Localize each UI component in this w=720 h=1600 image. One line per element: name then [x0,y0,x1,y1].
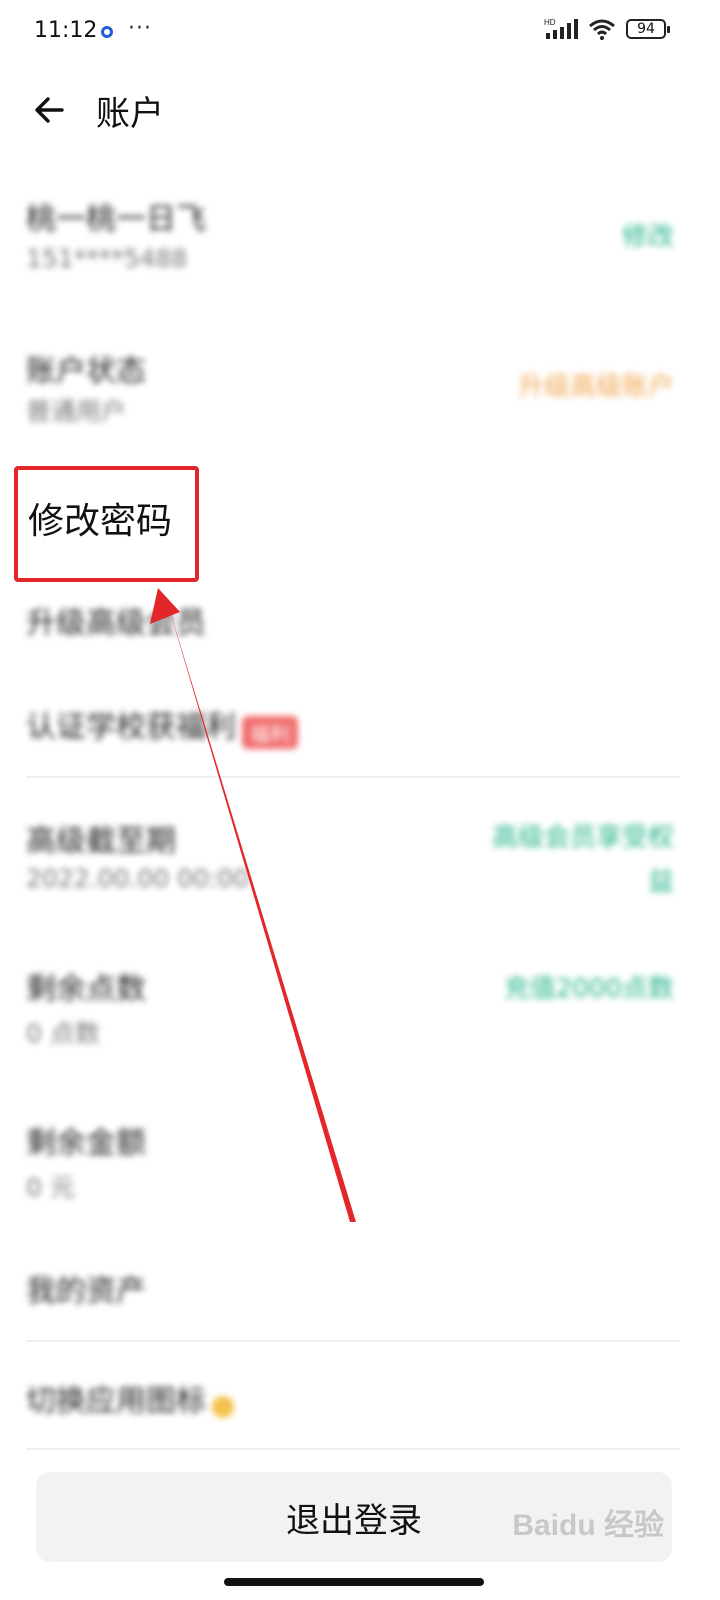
vip-expiry-title: 高级截至期 [26,824,176,859]
status-time: 11:12 [34,18,98,43]
vip-expiry-row[interactable]: 高级截至期 2022.00.00 00:00 高级会员享受权益 [0,810,720,910]
account-status-title: 账户状态 [26,354,146,389]
back-arrow-icon[interactable] [30,90,70,130]
edit-account-link[interactable]: 修改 [622,216,674,253]
points-title: 剩余点数 [26,972,146,1007]
upgrade-vip-title: 升级高级会员 [26,606,206,641]
divider [26,1340,680,1342]
my-assets-row[interactable]: 我的资产 [0,1264,720,1324]
divider [26,1448,680,1450]
balance-row[interactable]: 剩余金额 0 元 [0,1114,720,1214]
recharge-points-link[interactable]: 充值2000点数 [484,966,674,1012]
account-status-row[interactable]: 账户状态 普通用户 升级高级账户 [0,340,720,440]
battery-icon: 94 [626,19,670,39]
points-row[interactable]: 剩余点数 0 点数 充值2000点数 [0,960,720,1060]
account-name: 桃一桃一日飞 [26,202,206,237]
points-value: 0 点数 [26,1019,100,1048]
balance-value: 0 元 [26,1173,75,1202]
school-auth-row[interactable]: 认证学校获福利 福利 [0,700,720,760]
upgrade-account-link[interactable]: 升级高级账户 [518,366,674,403]
switch-icon-row[interactable]: 切换应用图标 [0,1372,720,1432]
app-header: 账户 [0,64,720,154]
status-bar: 11:12 ··· HD 94 [0,0,720,64]
coin-icon [212,1395,234,1418]
account-phone: 151****5488 [26,244,188,273]
account-name-row[interactable]: 桃一桃一日飞 151****5488 修改 [0,186,720,286]
network-type-label: HD [544,18,556,27]
my-assets-title: 我的资产 [26,1274,146,1309]
status-icons: HD 94 [544,18,670,40]
school-auth-title: 认证学校获福利 [26,710,236,745]
notification-icon [101,26,113,38]
cellular-signal-icon: HD [544,18,578,39]
balance-title: 剩余金额 [26,1126,146,1161]
highlight-box [14,466,199,582]
more-notifications-icon: ··· [128,16,152,41]
page-title: 账户 [96,94,164,134]
vip-expiry-value: 2022.00.00 00:00 [26,864,250,893]
account-status-value: 普通用户 [26,397,127,426]
benefit-badge: 福利 [242,716,298,749]
baidu-watermark: Baidu 经验 [512,1509,664,1542]
upgrade-vip-row[interactable]: 升级高级会员 [0,596,720,656]
switch-icon-title: 切换应用图标 [26,1384,206,1419]
divider [26,776,680,778]
wifi-icon [589,19,615,40]
home-indicator[interactable] [224,1578,484,1586]
vip-benefits-link[interactable]: 高级会员享受权益 [474,816,674,904]
